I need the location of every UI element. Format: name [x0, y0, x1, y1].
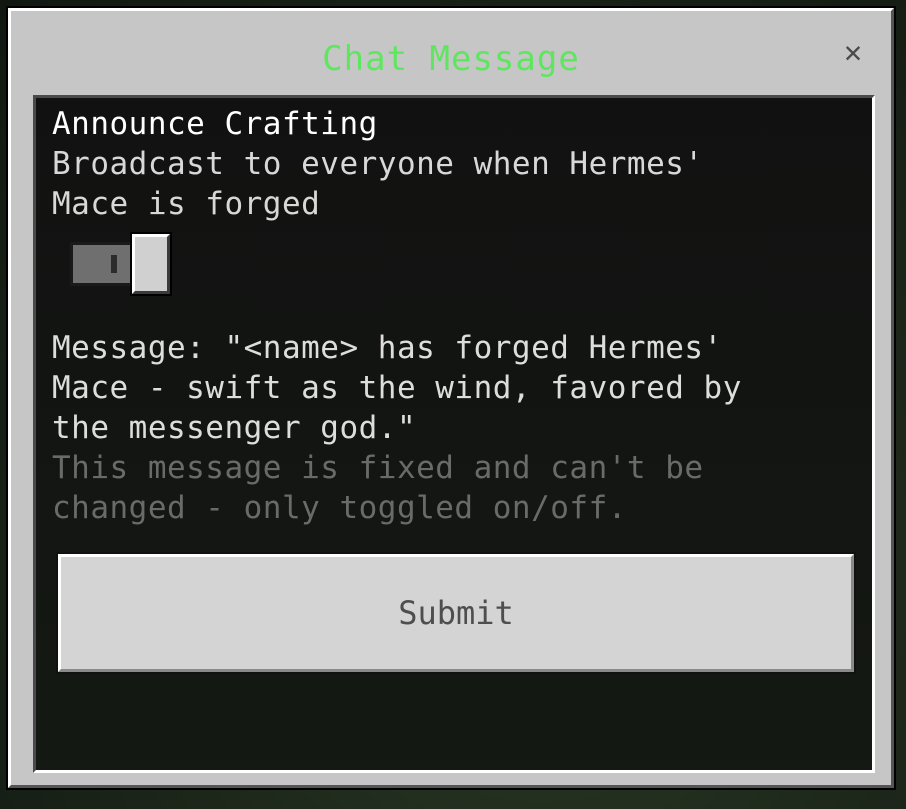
announce-toggle[interactable] — [70, 234, 170, 294]
message-note: This message is fixed and can't be chang… — [52, 450, 704, 526]
setting-description: Broadcast to everyone when Hermes' Mace … — [52, 146, 704, 222]
close-icon[interactable]: ✕ — [839, 38, 867, 68]
dialog-content: Announce Crafting Broadcast to everyone … — [33, 95, 875, 773]
setting-heading: Announce Crafting — [52, 106, 378, 142]
chat-message-dialog: Chat Message ✕ Announce Crafting Broadca… — [8, 8, 894, 788]
message-text: Message: "<name> has forged Hermes' Mace… — [52, 330, 742, 446]
dialog-title: Chat Message — [322, 39, 580, 79]
toggle-knob[interactable] — [132, 234, 170, 294]
submit-button[interactable]: Submit — [58, 554, 854, 672]
toggle-on-indicator — [111, 255, 117, 273]
